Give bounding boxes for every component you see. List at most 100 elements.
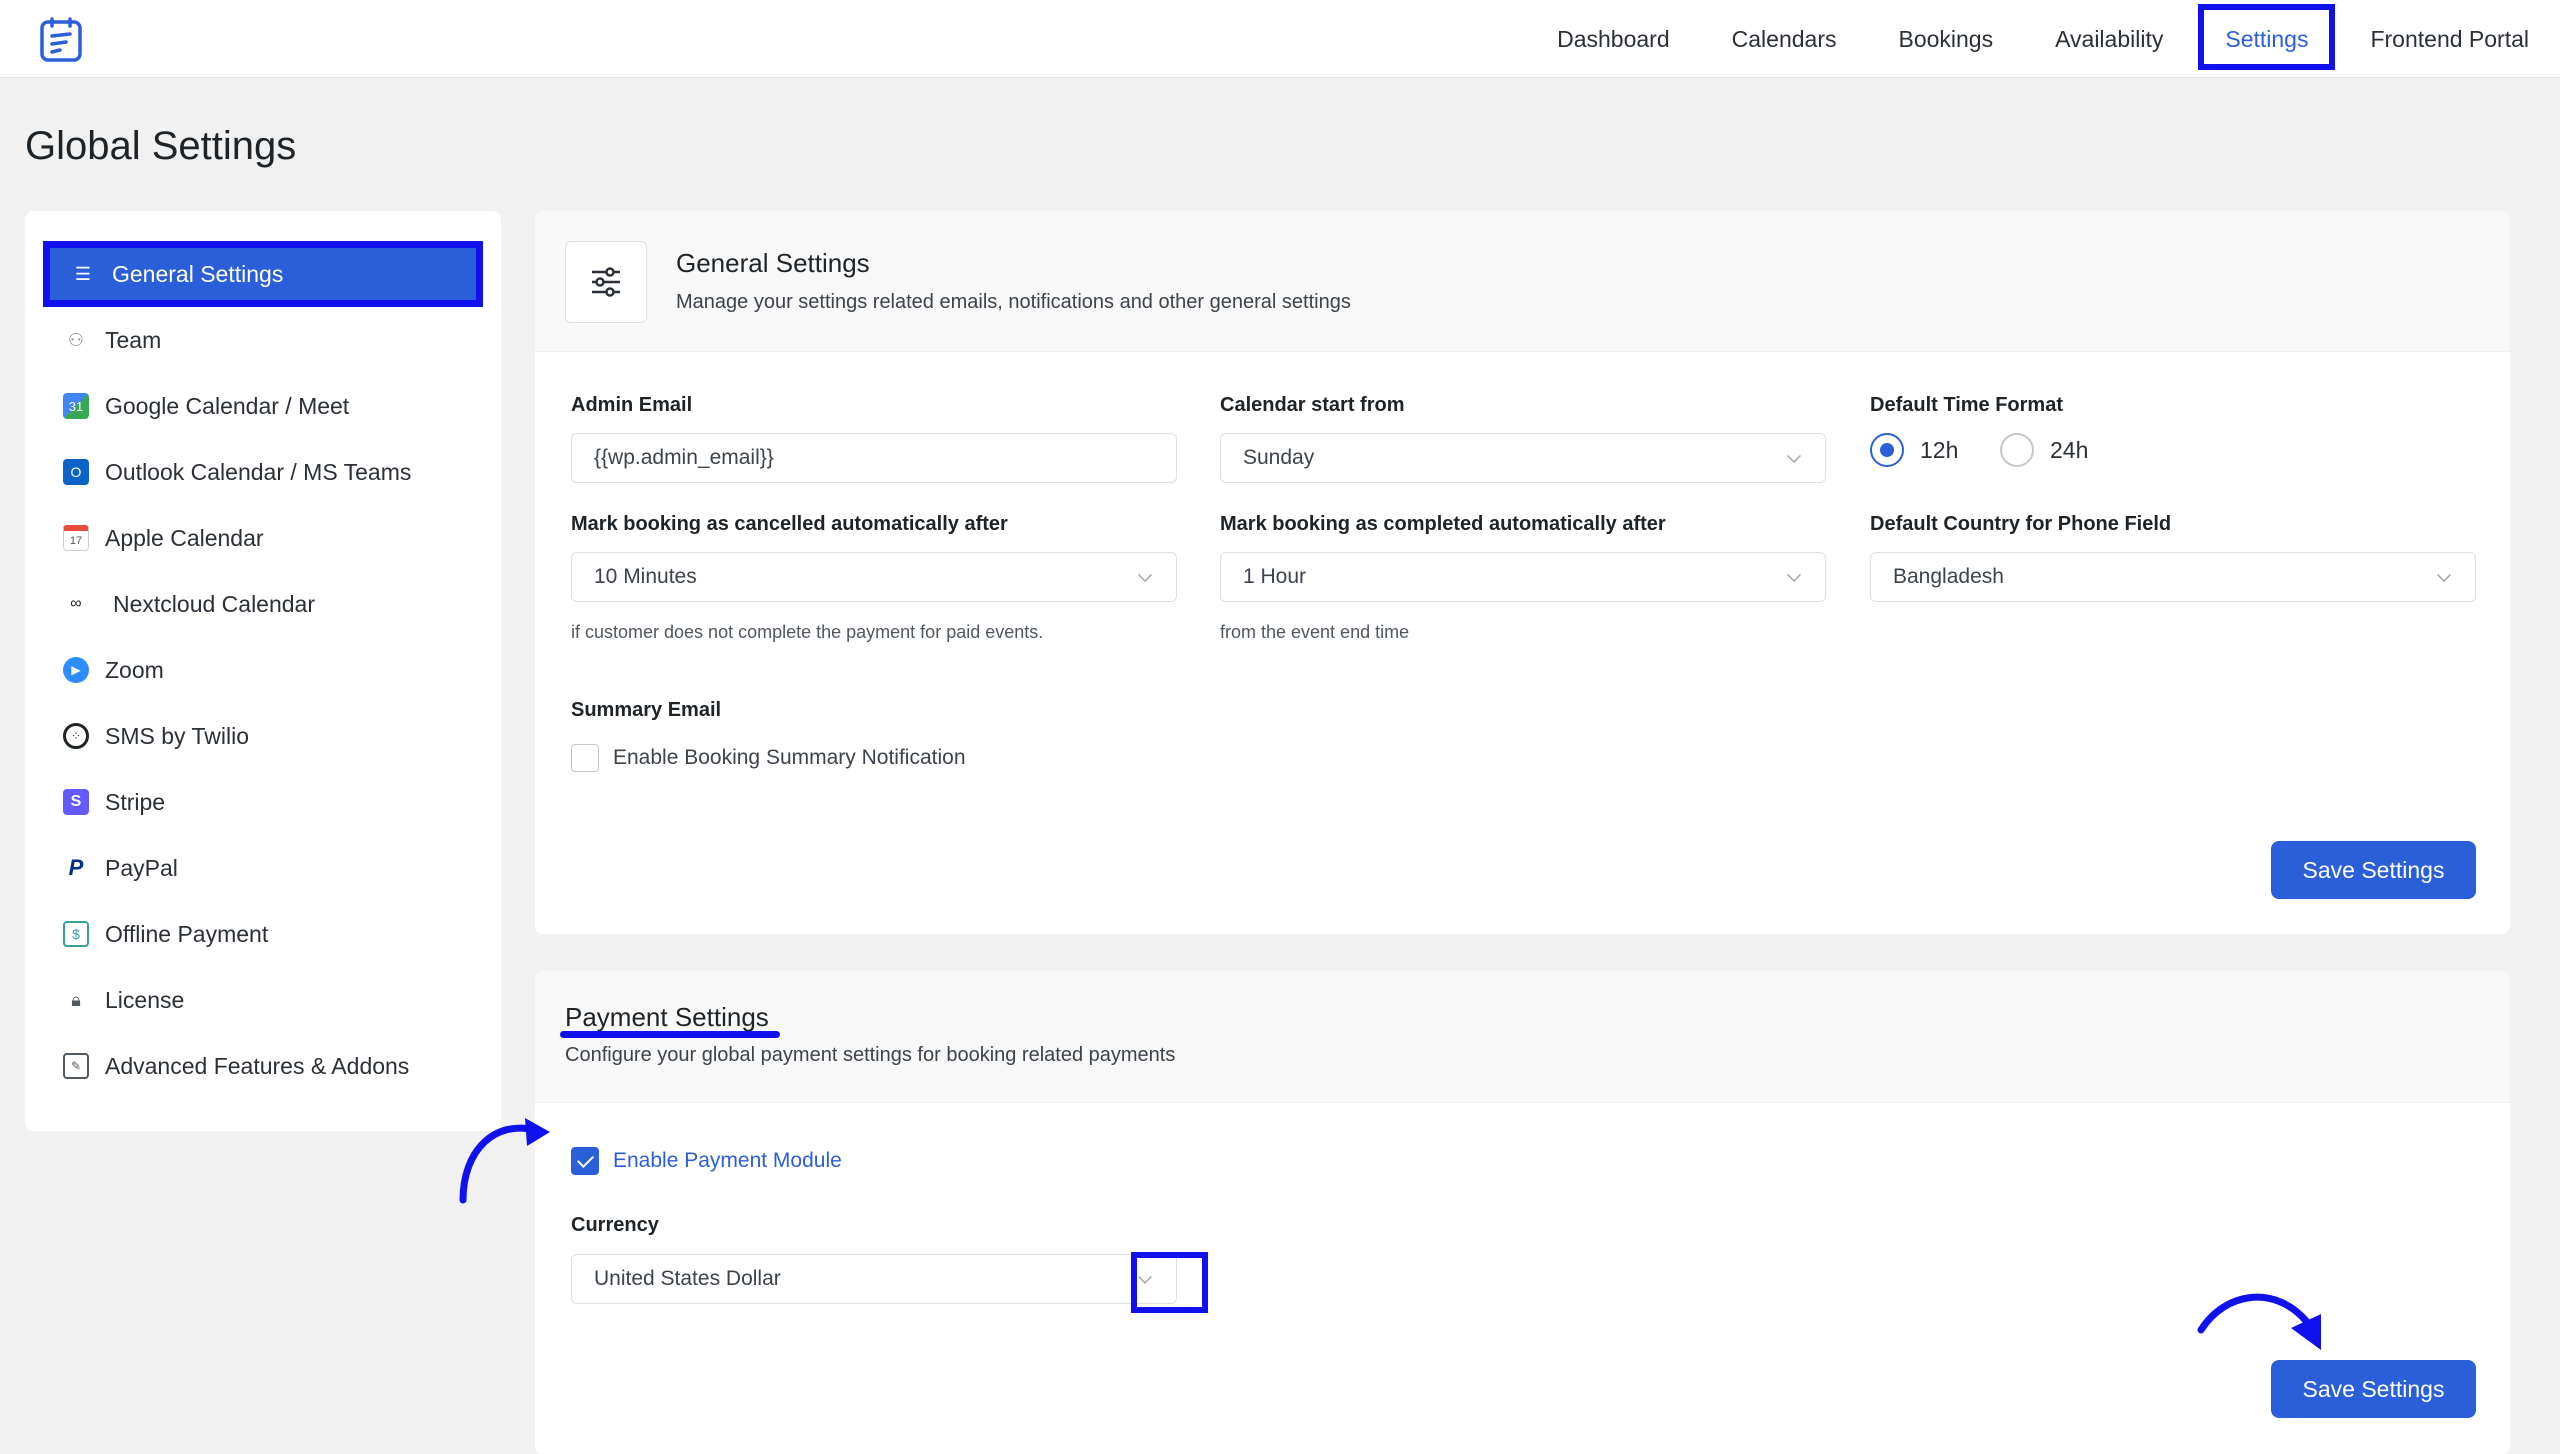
complete-after-select[interactable]: 1 Hour: [1220, 552, 1826, 602]
phone-country-select[interactable]: Bangladesh: [1870, 552, 2476, 602]
radio-label: 12h: [1920, 436, 1959, 463]
payment-settings-header: Payment Settings Configure your global p…: [535, 971, 2510, 1103]
sidebar-item-twilio[interactable]: ⁘ SMS by Twilio: [43, 703, 483, 769]
sidebar-item-addons[interactable]: ✎ Advanced Features & Addons: [43, 1033, 483, 1099]
sidebar-item-nextcloud[interactable]: ∞ Nextcloud Calendar: [43, 571, 483, 637]
sidebar-item-label: Nextcloud Calendar: [113, 590, 316, 617]
complete-after-label: Mark booking as completed automatically …: [1220, 513, 1666, 535]
team-icon: ⚇: [67, 329, 85, 350]
general-settings-header: General Settings Manage your settings re…: [535, 211, 2510, 352]
stripe-icon: S: [63, 789, 89, 815]
currency-value: United States Dollar: [594, 1267, 781, 1290]
radio-label: 24h: [2050, 436, 2089, 463]
top-bar: Dashboard Calendars Bookings Availabilit…: [0, 0, 2560, 78]
twilio-icon: ⁘: [63, 723, 89, 749]
enable-payment-checkbox[interactable]: Enable Payment Module: [571, 1147, 842, 1175]
admin-email-field[interactable]: {{wp.admin_email}}: [571, 433, 1177, 483]
radio-unselected-icon: [2000, 433, 2034, 467]
sliders-icon: [565, 241, 647, 323]
google-calendar-icon: 31: [63, 393, 89, 419]
section-description: Configure your global payment settings f…: [565, 1044, 1176, 1066]
sidebar-item-label: Advanced Features & Addons: [105, 1052, 410, 1079]
sidebar-item-label: General Settings: [112, 260, 284, 287]
phone-country-value: Bangladesh: [1893, 565, 2004, 588]
general-settings-panel: General Settings Manage your settings re…: [535, 211, 2510, 934]
phone-country-label: Default Country for Phone Field: [1870, 513, 2172, 535]
sidebar-item-label: Apple Calendar: [105, 524, 264, 551]
nextcloud-icon: ∞: [70, 595, 82, 612]
settings-sidebar: ☰ General Settings ⚇ Team 31 Google Cale…: [25, 211, 501, 1131]
checkbox-label: Enable Payment Module: [613, 1149, 842, 1172]
sidebar-item-offline-payment[interactable]: $ Offline Payment: [43, 901, 483, 967]
nav-frontend-portal[interactable]: Frontend Portal: [2339, 0, 2560, 78]
sidebar-item-google-calendar[interactable]: 31 Google Calendar / Meet: [43, 373, 483, 439]
offline-payment-icon: $: [63, 921, 89, 947]
sidebar-item-apple-calendar[interactable]: 17 Apple Calendar: [43, 505, 483, 571]
time-format-label: Default Time Format: [1870, 394, 2063, 416]
sliders-icon: ☰: [74, 263, 92, 284]
nav-dashboard[interactable]: Dashboard: [1526, 0, 1701, 78]
nav-availability[interactable]: Availability: [2024, 0, 2194, 78]
addons-icon: ✎: [63, 1053, 89, 1079]
apple-calendar-icon: 17: [63, 525, 89, 551]
sidebar-item-label: Offline Payment: [105, 920, 269, 947]
sidebar-item-license[interactable]: 🔒︎ License: [43, 967, 483, 1033]
save-payment-settings-button[interactable]: Save Settings: [2271, 1360, 2476, 1418]
sidebar-item-label: Team: [105, 326, 162, 353]
chevron-down-icon: [1787, 449, 1801, 463]
nav-bookings[interactable]: Bookings: [1867, 0, 2024, 78]
checkbox-checked-icon: [571, 1147, 599, 1175]
time-format-12h-radio[interactable]: 12h: [1870, 433, 1958, 467]
chevron-down-icon: [1138, 568, 1152, 582]
sidebar-item-general-settings[interactable]: ☰ General Settings: [43, 241, 483, 307]
nav-settings[interactable]: Settings: [2194, 0, 2339, 78]
summary-notification-checkbox[interactable]: Enable Booking Summary Notification: [571, 744, 966, 772]
sidebar-item-label: PayPal: [105, 854, 178, 881]
save-settings-button[interactable]: Save Settings: [2271, 841, 2476, 899]
sidebar-item-zoom[interactable]: ▶ Zoom: [43, 637, 483, 703]
app-logo-icon[interactable]: [38, 16, 86, 64]
checkbox-label: Enable Booking Summary Notification: [613, 746, 966, 769]
calendar-start-label: Calendar start from: [1220, 394, 1405, 416]
paypal-icon: P: [68, 855, 84, 880]
payment-settings-panel: Payment Settings Configure your global p…: [535, 971, 2510, 1454]
section-title: Payment Settings: [565, 1002, 769, 1032]
page-title: Global Settings: [25, 124, 297, 168]
admin-email-label: Admin Email: [571, 394, 693, 416]
checkbox-unchecked-icon: [571, 744, 599, 772]
lock-icon: 🔒︎: [71, 989, 81, 1010]
zoom-icon: ▶: [63, 657, 89, 683]
cancel-after-hint: if customer does not complete the paymen…: [571, 622, 1044, 642]
sidebar-item-label: Zoom: [105, 656, 164, 683]
admin-email-value: {{wp.admin_email}}: [594, 446, 774, 469]
sidebar-item-label: Google Calendar / Meet: [105, 392, 350, 419]
sidebar-item-paypal[interactable]: P PayPal: [43, 835, 483, 901]
complete-after-hint: from the event end time: [1220, 622, 1410, 642]
sidebar-item-label: Stripe: [105, 788, 166, 815]
summary-email-label: Summary Email: [571, 699, 722, 721]
currency-select[interactable]: United States Dollar: [571, 1254, 1177, 1304]
calendar-start-value: Sunday: [1243, 446, 1315, 469]
outlook-icon: O: [63, 459, 89, 485]
sidebar-item-label: Outlook Calendar / MS Teams: [105, 458, 412, 485]
currency-label: Currency: [571, 1214, 659, 1236]
time-format-24h-radio[interactable]: 24h: [2000, 433, 2088, 467]
cancel-after-select[interactable]: 10 Minutes: [571, 552, 1177, 602]
sidebar-item-team[interactable]: ⚇ Team: [43, 307, 483, 373]
cancel-after-value: 10 Minutes: [594, 565, 697, 588]
radio-selected-icon: [1870, 433, 1904, 467]
main-nav: Dashboard Calendars Bookings Availabilit…: [1526, 0, 2560, 78]
sidebar-item-label: SMS by Twilio: [105, 722, 250, 749]
chevron-down-icon: [1787, 568, 1801, 582]
sidebar-item-outlook[interactable]: O Outlook Calendar / MS Teams: [43, 439, 483, 505]
section-description: Manage your settings related emails, not…: [676, 291, 1351, 313]
sidebar-item-stripe[interactable]: S Stripe: [43, 769, 483, 835]
chevron-down-icon: [2437, 568, 2451, 582]
cancel-after-label: Mark booking as cancelled automatically …: [571, 513, 1008, 535]
chevron-down-icon[interactable]: [1138, 1270, 1152, 1284]
complete-after-value: 1 Hour: [1243, 565, 1307, 588]
section-title: General Settings: [676, 248, 870, 278]
nav-calendars[interactable]: Calendars: [1701, 0, 1868, 78]
calendar-start-select[interactable]: Sunday: [1220, 433, 1826, 483]
sidebar-item-label: License: [105, 986, 185, 1013]
